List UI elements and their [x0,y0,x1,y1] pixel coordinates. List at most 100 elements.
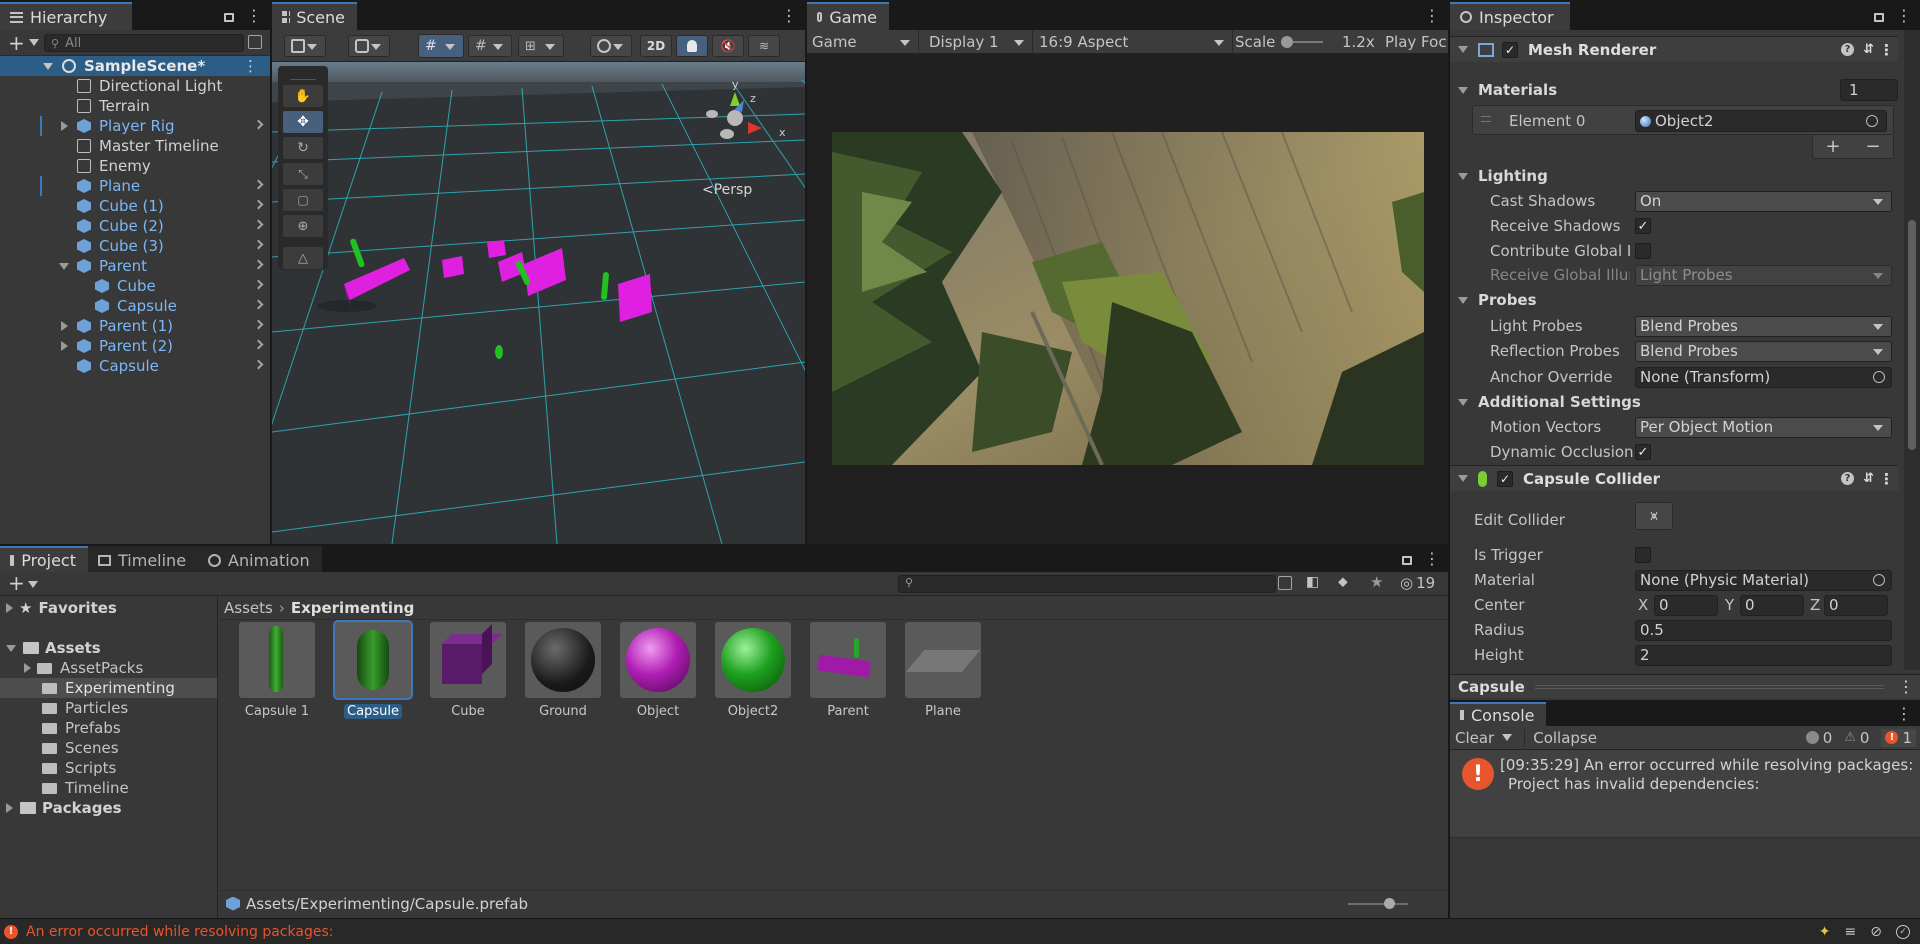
collapse-button[interactable]: Collapse [1524,728,1597,747]
grid-toggle[interactable]: # [468,34,512,57]
scrollbar-thumb[interactable] [1908,220,1916,450]
warning-filter-toggle[interactable]: ⚠ 0 [1844,729,1869,747]
search-by-type-icon[interactable] [1278,576,1292,590]
shading-dropdown[interactable] [590,34,632,57]
chevron-right-icon[interactable] [253,239,264,250]
lock-icon[interactable] [224,12,234,22]
asset-object2[interactable]: Object2 [714,622,792,719]
collapse-arrow-icon[interactable] [1458,46,1468,53]
hierarchy-item-player-rig[interactable]: Player Rig [0,116,270,136]
chevron-right-icon[interactable] [253,319,264,330]
preview-menu-icon[interactable]: ⋮ [1898,678,1914,695]
rotate-tool[interactable]: ↻ [282,136,324,160]
game-view-render[interactable] [832,132,1424,465]
hierarchy-item-master-timeline[interactable]: Master Timeline [0,136,270,156]
expand-arrow-icon[interactable] [61,321,68,331]
preview-bar[interactable]: Capsule ⋮ [1450,674,1920,698]
asset-cube[interactable]: Cube [429,622,507,719]
more-menu-icon[interactable]: ⋮ [781,8,797,24]
project-search-input[interactable]: ⚲ [898,575,1276,593]
aspect-dropdown[interactable]: 16:9 Aspect [1033,29,1233,54]
drag-handle-icon[interactable] [1481,116,1491,122]
hand-tool[interactable]: ✋ [282,84,324,108]
persp-label[interactable]: <Persp [702,182,752,198]
hierarchy-item-parent-cube[interactable]: Cube [0,276,270,296]
status-message[interactable]: An error occurred while resolving packag… [26,924,333,940]
chevron-right-icon[interactable] [253,279,264,290]
materials-size-field[interactable]: 1 [1840,79,1898,101]
hierarchy-item-capsule[interactable]: Capsule [0,356,270,376]
capsule-collider-header[interactable]: ✓ Capsule Collider ? ⇵ ⋮ [1450,465,1898,491]
chevron-right-icon[interactable] [253,219,264,230]
object-picker-icon[interactable] [1866,115,1878,127]
asset-capsule[interactable]: Capsule [333,620,413,719]
tree-item-particles[interactable]: Particles [0,698,217,718]
display-dropdown[interactable]: Display 1 [923,29,1033,54]
hierarchy-item-enemy[interactable]: Enemy [0,156,270,176]
materials-section[interactable]: Materials 1 [1450,78,1898,102]
anchor-override-field[interactable]: None (Transform) [1635,366,1892,388]
tab-project[interactable]: Project [0,546,88,572]
collapse-arrow-icon[interactable] [43,62,53,70]
center-z-field[interactable]: 0 [1824,594,1888,616]
tree-item-scripts[interactable]: Scripts [0,758,217,778]
center-x-field[interactable]: 0 [1654,594,1718,616]
help-icon[interactable]: ? [1841,43,1854,56]
help-icon[interactable]: ? [1841,472,1854,485]
hierarchy-item-terrain[interactable]: Terrain [0,96,270,116]
tree-item-scenes[interactable]: Scenes [0,738,217,758]
tools-grip[interactable] [290,70,316,80]
create-button[interactable]: + [8,572,25,594]
inspector-scrollbar[interactable] [1904,30,1920,670]
slider-thumb[interactable] [1281,36,1293,48]
chevron-right-icon[interactable] [253,179,264,190]
mesh-renderer-header[interactable]: ✓ Mesh Renderer ? ⇵ ⋮ [1450,36,1898,62]
expand-arrow-icon[interactable] [61,121,68,131]
add-dropdown-icon[interactable] [28,39,39,46]
hierarchy-item-cube-1[interactable]: Cube (1) [0,196,270,216]
more-menu-icon[interactable]: ⋮ [246,8,262,24]
lock-icon[interactable] [1402,555,1412,565]
console-entry[interactable]: ! [09:35:29] An error occurred while res… [1450,750,1920,838]
tab-scene[interactable]: Scene [272,2,357,30]
tree-item-prefabs[interactable]: Prefabs [0,718,217,738]
collapse-arrow-icon[interactable] [59,262,69,270]
filter-by-type-icon[interactable]: ◧ [1306,574,1319,590]
error-filter-toggle[interactable]: ! 1 [1881,728,1916,747]
chevron-right-icon[interactable] [253,199,264,210]
tree-item-assetpacks[interactable]: AssetPacks [0,658,217,678]
enabled-checkbox[interactable]: ✓ [1497,470,1513,487]
breadcrumb-assets[interactable]: Assets [224,599,273,617]
component-menu-icon[interactable]: ⋮ [1879,41,1894,59]
chevron-right-icon[interactable] [253,119,264,130]
more-menu-icon[interactable]: ⋮ [1896,706,1912,722]
tree-item-timeline[interactable]: Timeline [0,778,217,798]
tab-game[interactable]: Game [807,2,889,30]
lighting-toggle[interactable] [676,34,708,57]
lightbulb-icon[interactable]: ✦ [1819,924,1831,940]
hierarchy-item-parent-1[interactable]: Parent (1) [0,316,270,336]
cast-shadows-dropdown[interactable]: On [1635,190,1892,212]
2d-toggle[interactable]: 2D [640,34,672,57]
tab-timeline[interactable]: Timeline [88,546,199,572]
radius-field[interactable]: 0.5 [1635,619,1892,641]
asset-parent[interactable]: Parent [809,622,887,719]
tab-hierarchy[interactable]: Hierarchy [0,2,132,30]
custom-tool[interactable]: △ [282,246,324,270]
chevron-right-icon[interactable] [253,339,264,350]
tab-console[interactable]: Console [1450,702,1546,726]
hierarchy-item-parent-2[interactable]: Parent (2) [0,336,270,356]
preset-icon[interactable]: ⇵ [1863,471,1874,486]
cache-server-icon[interactable]: ≡ [1845,924,1857,940]
reflection-probes-dropdown[interactable]: Blend Probes [1635,340,1892,362]
hidden-packages-toggle[interactable]: ◎ 19 [1400,574,1435,592]
tree-item-experimenting[interactable]: Experimenting [0,678,217,698]
element-0-field[interactable]: Object2 [1635,110,1887,132]
gizmo-toggle[interactable]: # [418,33,464,58]
edit-collider-button[interactable]: ⩙ [1635,502,1673,530]
status-check-icon[interactable]: ✓ [1896,924,1910,939]
additional-settings-section[interactable]: Additional Settings [1450,390,1898,414]
scene-row[interactable]: SampleScene* ⋮ [0,56,270,76]
tab-inspector[interactable]: Inspector [1450,2,1570,30]
lock-icon[interactable] [1874,12,1884,22]
